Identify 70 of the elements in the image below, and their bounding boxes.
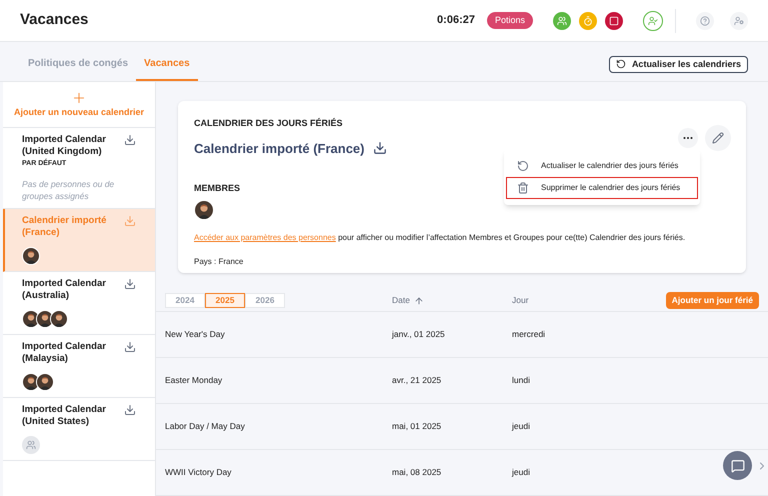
table-cell-text: avr., 21 2025 bbox=[392, 374, 442, 387]
table-cell-text: Easter Monday bbox=[165, 374, 224, 387]
pencil-icon bbox=[712, 132, 724, 144]
avatar-placeholder bbox=[22, 436, 40, 454]
calendar-title: Calendrier importé (France) bbox=[194, 140, 364, 158]
refresh-calendars-button[interactable]: Actualiser les calendriers bbox=[608, 56, 748, 73]
import-icon bbox=[124, 278, 136, 290]
table-cell: jeudi bbox=[512, 466, 530, 479]
calendar-list-item[interactable]: Imported Calendar (Australia) bbox=[3, 272, 155, 334]
import-icon bbox=[124, 134, 136, 146]
user-check-icon bbox=[648, 16, 658, 26]
table-cell-text: WWII Victory Day bbox=[165, 466, 232, 479]
timer: 0:06:27 bbox=[437, 13, 475, 28]
refresh-icon bbox=[616, 59, 626, 70]
calendar-name: Imported Calendar (Australia) bbox=[22, 278, 107, 302]
column-header[interactable]: Date bbox=[392, 294, 512, 307]
people-button[interactable] bbox=[553, 12, 571, 30]
import-icon bbox=[372, 141, 386, 156]
add-holiday-button[interactable]: Ajouter un jour férié bbox=[666, 292, 759, 309]
add-calendar-button[interactable]: Ajouter un nouveau calendrier bbox=[3, 82, 155, 128]
table-cell-text: Labor Day / May Day bbox=[165, 420, 246, 433]
country-label: Pays : France bbox=[194, 256, 244, 268]
menu-item[interactable]: Supprimer le calendrier des jours fériés bbox=[506, 177, 698, 199]
table-cell: lundi bbox=[512, 374, 530, 387]
status-badge: Potions bbox=[486, 12, 533, 30]
column-header: Jour bbox=[512, 294, 529, 307]
table-cell-text: janv., 01 2025 bbox=[392, 328, 446, 341]
more-button[interactable] bbox=[678, 128, 698, 148]
card-heading: CALENDRIER DES JOURS FÉRIÉS bbox=[194, 117, 344, 130]
year-tab[interactable]: 2026 bbox=[245, 293, 285, 308]
table-cell: jeudi bbox=[512, 420, 530, 433]
year-tab[interactable]: 2025 bbox=[205, 293, 245, 308]
users-settings-icon bbox=[734, 16, 744, 26]
import-icon bbox=[124, 404, 136, 416]
table-cell: mercredi bbox=[512, 328, 546, 341]
people-settings-link[interactable]: Accéder aux paramètres des personnes bbox=[194, 232, 336, 242]
calendar-name: Imported Calendar (Malaysia) bbox=[22, 340, 107, 364]
import-icon bbox=[124, 340, 136, 352]
menu-item[interactable]: Actualiser le calendrier des jours fériés bbox=[506, 155, 698, 177]
refresh-icon bbox=[517, 160, 529, 172]
chat-button[interactable] bbox=[723, 451, 752, 480]
year-tab[interactable]: 2024 bbox=[165, 293, 205, 308]
help-button[interactable] bbox=[696, 12, 714, 30]
calendar-name: Imported Calendar (United Kingdom) bbox=[22, 134, 107, 158]
user-check-button[interactable] bbox=[643, 10, 663, 30]
help-icon bbox=[700, 16, 710, 26]
calendar-list-item[interactable]: Calendrier importé (France) bbox=[3, 208, 155, 272]
calendar-list-item[interactable]: Imported Calendar (United States) bbox=[3, 398, 155, 460]
stop-button[interactable] bbox=[605, 12, 623, 30]
chat-icon bbox=[730, 458, 744, 472]
page-title: Vacances bbox=[20, 10, 88, 30]
members-heading: MEMBRES bbox=[194, 182, 240, 195]
people-icon bbox=[557, 16, 567, 26]
stopwatch-button[interactable] bbox=[579, 12, 597, 30]
tab[interactable]: Politiques de congés bbox=[20, 56, 136, 81]
sort-arrow-icon bbox=[414, 296, 424, 306]
edit-button[interactable] bbox=[705, 125, 731, 151]
calendar-list-item[interactable]: Imported Calendar (Malaysia) bbox=[3, 334, 155, 398]
table-cell-text: New Year's Day bbox=[165, 328, 226, 341]
empty-note: Pas de personnes ou de groupes assignés bbox=[22, 178, 116, 202]
trash-icon bbox=[517, 182, 529, 194]
stop-icon bbox=[609, 16, 619, 26]
table-cell-text: mai, 01 2025 bbox=[392, 420, 442, 433]
calendar-name: Imported Calendar (United States) bbox=[22, 404, 107, 428]
import-icon bbox=[124, 214, 136, 226]
members-description: Accéder aux paramètres des personnes pour afficher ou modifier l’affectation Membres et Groupes pour ce(tte) Calendrier des jours fériés. bbox=[194, 232, 686, 244]
table-cell-text: mai, 08 2025 bbox=[392, 466, 442, 479]
calendar-name: Calendrier importé (France) bbox=[22, 214, 108, 238]
stopwatch-icon bbox=[583, 16, 593, 26]
users-settings-button[interactable] bbox=[730, 12, 748, 30]
